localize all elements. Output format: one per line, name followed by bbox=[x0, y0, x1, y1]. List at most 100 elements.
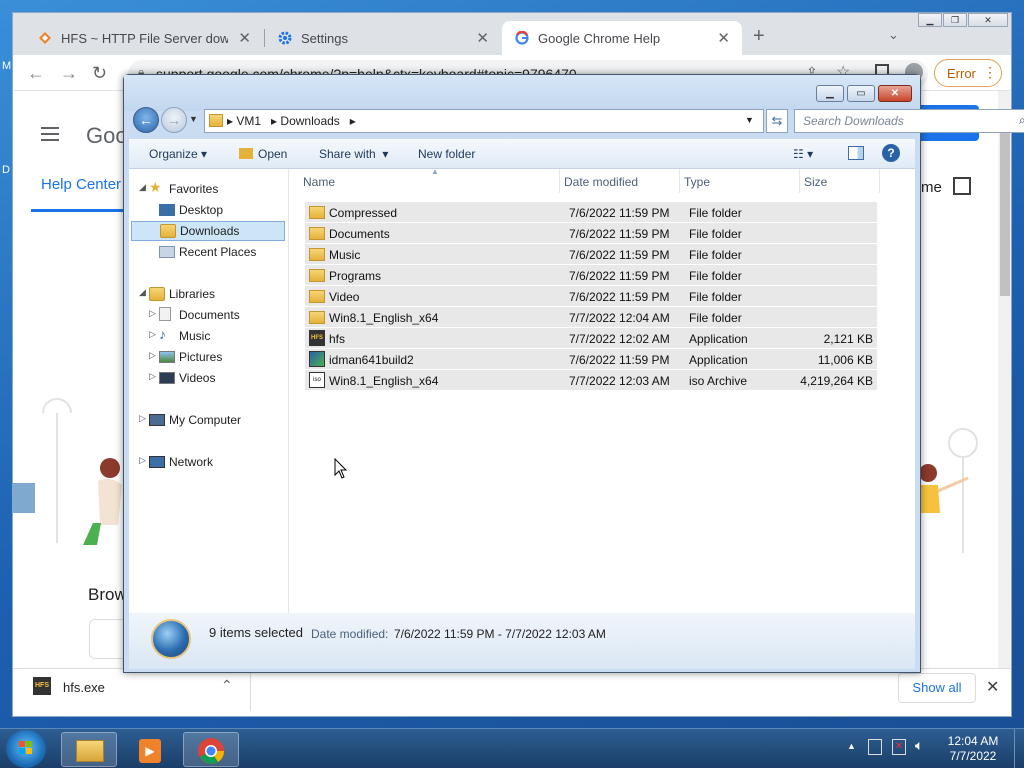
file-row[interactable]: Compressed 7/6/2022 11:59 PM File folder bbox=[305, 202, 877, 223]
forward-arrow-icon[interactable]: → bbox=[60, 63, 78, 84]
expand-arrow-icon[interactable]: ◢ bbox=[139, 182, 146, 193]
nav-desktop[interactable]: Desktop bbox=[129, 200, 287, 220]
folder-icon bbox=[309, 290, 325, 303]
error-button[interactable]: Error ⋮ bbox=[934, 59, 1002, 87]
column-size[interactable]: Size bbox=[804, 175, 827, 189]
chevron-up-icon[interactable]: ⌃ bbox=[221, 677, 233, 694]
file-row[interactable]: Win8.1_English_x64 7/7/2022 12:04 AM File … bbox=[305, 307, 877, 328]
navigation-pane: ◢ ★ Favorites Desktop Downloads Recent P… bbox=[129, 169, 289, 613]
nav-libraries[interactable]: ◢ Libraries bbox=[129, 284, 287, 304]
nav-music[interactable]: ▷ ♪ Music bbox=[129, 326, 287, 346]
column-type[interactable]: Type bbox=[684, 175, 710, 189]
details-pane: 9 items selected Date modified: 7/6/2022… bbox=[129, 613, 915, 669]
column-date-modified[interactable]: Date modified bbox=[564, 175, 638, 189]
back-arrow-icon[interactable]: ← bbox=[133, 107, 159, 133]
nav-network[interactable]: ▷ Network bbox=[129, 452, 287, 472]
reload-icon[interactable]: ↻ bbox=[92, 63, 107, 84]
taskbar-media-player[interactable]: ▶ bbox=[122, 732, 178, 767]
organize-button[interactable]: Organize ▾ bbox=[149, 147, 207, 161]
file-row[interactable]: Documents 7/6/2022 11:59 PM File folder bbox=[305, 223, 877, 244]
taskbar-chrome[interactable] bbox=[183, 732, 239, 767]
file-row[interactable]: idman641build2 7/6/2022 11:59 PM Applicati… bbox=[305, 349, 877, 370]
close-icon[interactable]: ✕ bbox=[238, 29, 251, 47]
nav-pictures[interactable]: ▷ Pictures bbox=[129, 347, 287, 367]
address-bar[interactable]: ▸ VM1 ▸ Downloads ▸ ▼ bbox=[204, 109, 764, 133]
open-button[interactable]: Open bbox=[239, 147, 287, 161]
help-icon[interactable]: ? bbox=[882, 144, 900, 162]
column-name[interactable]: Name bbox=[303, 175, 335, 189]
system-clock[interactable]: 12:04 AM 7/7/2022 bbox=[940, 734, 1006, 764]
nav-recent-places[interactable]: Recent Places bbox=[129, 242, 287, 262]
column-divider[interactable] bbox=[879, 169, 880, 193]
file-name: Programs bbox=[329, 269, 382, 283]
taskbar-explorer[interactable] bbox=[61, 732, 117, 767]
close-window-button[interactable]: ✕ bbox=[878, 85, 912, 102]
nav-downloads[interactable]: Downloads bbox=[131, 221, 285, 241]
nav-videos[interactable]: ▷ Videos bbox=[129, 368, 287, 388]
nav-my-computer[interactable]: ▷ My Computer bbox=[129, 410, 287, 430]
preview-pane-icon[interactable] bbox=[848, 146, 864, 160]
hamburger-menu-icon[interactable] bbox=[41, 127, 59, 129]
expand-arrow-icon[interactable]: ◢ bbox=[139, 287, 146, 298]
file-row[interactable]: Music 7/6/2022 11:59 PM File folder bbox=[305, 244, 877, 265]
expand-arrow-icon[interactable]: ▷ bbox=[139, 455, 146, 466]
file-row[interactable]: Programs 7/6/2022 11:59 PM File folder bbox=[305, 265, 877, 286]
new-folder-button[interactable]: New folder bbox=[418, 147, 475, 161]
date-modified-label: Date modified: bbox=[311, 627, 389, 641]
volume-icon[interactable]: 🔈︎ bbox=[915, 737, 923, 754]
file-type: File folder bbox=[689, 206, 742, 220]
column-divider[interactable] bbox=[679, 169, 680, 193]
expand-arrow-icon[interactable]: ▷ bbox=[149, 308, 156, 319]
history-dropdown-icon[interactable]: ▼ bbox=[189, 114, 198, 124]
address-dropdown-icon[interactable]: ▼ bbox=[745, 115, 754, 125]
column-divider[interactable] bbox=[559, 169, 560, 193]
expand-arrow-icon[interactable]: ▷ bbox=[149, 371, 156, 382]
nav-favorites[interactable]: ◢ ★ Favorites bbox=[129, 179, 287, 199]
open-in-new-icon[interactable] bbox=[953, 177, 971, 195]
download-filename[interactable]: hfs.exe bbox=[63, 680, 105, 695]
expand-arrow-icon[interactable]: ▷ bbox=[149, 350, 156, 361]
new-tab-button[interactable]: + bbox=[753, 25, 765, 48]
tab-chrome-help[interactable]: Google Chrome Help ✕ bbox=[502, 21, 742, 55]
back-arrow-icon[interactable]: ← bbox=[27, 63, 45, 84]
file-row[interactable]: iso Win8.1_English_x64 7/7/2022 12:03 AM is… bbox=[305, 370, 877, 391]
start-button[interactable] bbox=[6, 730, 46, 768]
forward-arrow-icon[interactable]: → bbox=[161, 107, 187, 133]
restore-button[interactable]: ❐ bbox=[943, 13, 967, 27]
nav-label: Videos bbox=[179, 371, 216, 385]
show-desktop-button[interactable] bbox=[1014, 729, 1024, 768]
show-hidden-icons-icon[interactable]: ▲ bbox=[847, 741, 856, 751]
tab-settings[interactable]: Settings ✕ bbox=[265, 21, 501, 55]
tab-hfs[interactable]: HFS ~ HTTP File Server downloa ✕ bbox=[25, 21, 263, 55]
action-center-icon[interactable] bbox=[868, 739, 882, 755]
file-row[interactable]: Video 7/6/2022 11:59 PM File folder bbox=[305, 286, 877, 307]
file-date-modified: 7/6/2022 11:59 PM bbox=[569, 290, 670, 304]
new-folder-label: New folder bbox=[418, 147, 476, 161]
search-input[interactable]: Search Downloads ⌕ bbox=[794, 109, 1024, 133]
file-row[interactable]: HFS hfs 7/7/2022 12:02 AM Application 2,121 … bbox=[305, 328, 877, 349]
breadcrumb-vm1[interactable]: VM1 bbox=[236, 114, 261, 128]
explorer-body: ◢ ★ Favorites Desktop Downloads Recent P… bbox=[129, 167, 915, 613]
refresh-button[interactable]: ⇆ bbox=[766, 109, 788, 133]
file-date-modified: 7/6/2022 11:59 PM bbox=[569, 227, 670, 241]
expand-arrow-icon[interactable]: ▷ bbox=[149, 329, 156, 340]
close-icon[interactable]: ✕ bbox=[476, 29, 489, 47]
chrome-logo-icon bbox=[198, 738, 225, 764]
expand-arrow-icon[interactable]: ▷ bbox=[139, 413, 146, 424]
close-shelf-icon[interactable]: ✕ bbox=[986, 677, 999, 697]
help-center-tab[interactable]: Help Center bbox=[41, 176, 121, 193]
view-options-icon[interactable]: ☷ ▾ bbox=[793, 147, 813, 161]
network-error-icon[interactable]: ✕ bbox=[892, 739, 906, 755]
minimize-button[interactable]: ▁ bbox=[816, 85, 844, 102]
show-all-button[interactable]: Show all bbox=[898, 673, 976, 703]
column-divider[interactable] bbox=[799, 169, 800, 193]
scrollbar-thumb[interactable] bbox=[1000, 121, 1010, 296]
maximize-button[interactable]: ▭ bbox=[847, 85, 875, 102]
close-icon[interactable]: ✕ bbox=[717, 29, 730, 47]
close-window-button[interactable]: ✕ bbox=[968, 13, 1008, 27]
breadcrumb-downloads[interactable]: Downloads bbox=[280, 114, 339, 128]
tab-search-chevron-icon[interactable]: ⌄ bbox=[888, 27, 899, 43]
minimize-button[interactable]: ▁ bbox=[918, 13, 942, 27]
nav-documents[interactable]: ▷ Documents bbox=[129, 305, 287, 325]
share-with-button[interactable]: Share with ▾ bbox=[319, 147, 388, 161]
